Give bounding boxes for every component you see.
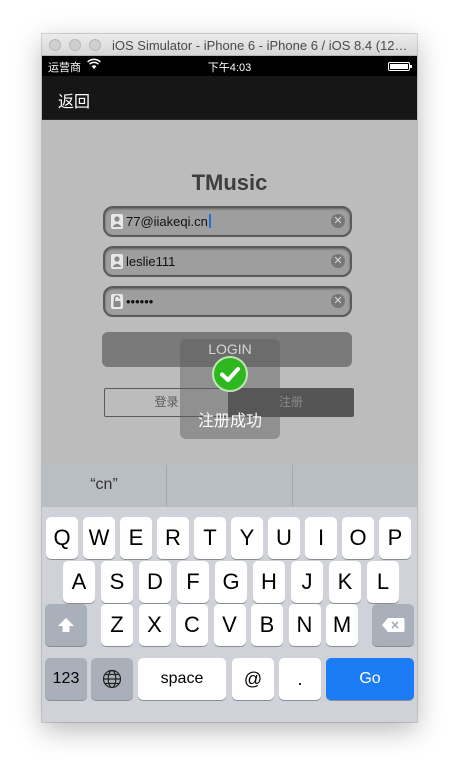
suggestion-item[interactable]: [293, 465, 417, 507]
key-n[interactable]: N: [288, 604, 321, 646]
clear-icon[interactable]: ✕: [331, 294, 345, 308]
at-key[interactable]: @: [232, 658, 274, 700]
navigation-bar: 返回: [42, 76, 417, 120]
login-screen: TMusic 77@iiakeqi.cn ✕ leslie111 ✕ •••••…: [42, 120, 417, 465]
globe-icon[interactable]: [91, 658, 133, 700]
lock-icon: [110, 293, 124, 310]
go-key[interactable]: Go: [326, 658, 414, 700]
login-button-label: LOGIN: [208, 341, 252, 357]
keyboard: “cn” QWERTYUIOP ASDFGHJKL ZXCVBNM 123 sp…: [42, 465, 417, 722]
suggestion-item[interactable]: “cn”: [42, 465, 166, 507]
key-f[interactable]: F: [177, 561, 209, 603]
key-x[interactable]: X: [138, 604, 171, 646]
key-h[interactable]: H: [253, 561, 285, 603]
username-value: leslie111: [126, 254, 176, 269]
user-icon: [110, 213, 124, 230]
back-button[interactable]: 返回: [58, 88, 90, 112]
key-u[interactable]: U: [268, 517, 300, 559]
key-l[interactable]: L: [367, 561, 399, 603]
key-q[interactable]: Q: [46, 517, 78, 559]
suggestion-bar: “cn”: [42, 465, 417, 507]
key-y[interactable]: Y: [231, 517, 263, 559]
text-caret: [208, 214, 211, 228]
app-title: TMusic: [191, 170, 268, 195]
hud-message: 注册成功: [197, 413, 262, 430]
email-field[interactable]: 77@iiakeqi.cn ✕: [103, 206, 352, 237]
key-d[interactable]: D: [139, 561, 171, 603]
status-bar: 运营商 下午4:03: [42, 56, 417, 76]
checkmark-icon: [212, 356, 248, 392]
key-s[interactable]: S: [101, 561, 133, 603]
key-t[interactable]: T: [194, 517, 226, 559]
close-window-button[interactable]: [49, 39, 61, 51]
battery-icon: [388, 62, 412, 71]
key-v[interactable]: V: [213, 604, 246, 646]
key-e[interactable]: E: [120, 517, 152, 559]
zoom-window-button[interactable]: [89, 39, 101, 51]
window-titlebar: iOS Simulator - iPhone 6 - iPhone 6 / iO…: [42, 34, 417, 56]
success-hud: LOGIN 注册成功: [180, 339, 280, 439]
key-c[interactable]: C: [176, 604, 208, 646]
status-time: 下午4:03: [207, 62, 252, 74]
space-key[interactable]: space: [138, 658, 226, 700]
key-r[interactable]: R: [157, 517, 189, 559]
user-icon: [110, 253, 124, 270]
dot-key[interactable]: .: [279, 658, 321, 700]
key-p[interactable]: P: [379, 517, 411, 559]
suggestion-item[interactable]: [167, 465, 291, 507]
key-b[interactable]: B: [251, 604, 283, 646]
delete-key[interactable]: [372, 604, 414, 646]
key-j[interactable]: J: [291, 561, 323, 603]
password-value: ••••••: [126, 294, 154, 309]
key-i[interactable]: I: [305, 517, 337, 559]
clear-icon[interactable]: ✕: [331, 254, 345, 268]
key-k[interactable]: K: [329, 561, 361, 603]
key-z[interactable]: Z: [101, 604, 133, 646]
password-field[interactable]: •••••• ✕: [103, 286, 352, 317]
key-w[interactable]: W: [83, 517, 115, 559]
username-field[interactable]: leslie111 ✕: [103, 246, 352, 277]
numbers-key[interactable]: 123: [45, 658, 87, 700]
window-title: iOS Simulator - iPhone 6 - iPhone 6 / iO…: [112, 38, 412, 53]
simulator-window: iOS Simulator - iPhone 6 - iPhone 6 / iO…: [42, 34, 417, 722]
key-g[interactable]: G: [215, 561, 247, 603]
clear-icon[interactable]: ✕: [331, 214, 345, 228]
key-o[interactable]: O: [342, 517, 374, 559]
shift-key[interactable]: [45, 604, 87, 646]
key-a[interactable]: A: [63, 561, 95, 603]
minimize-window-button[interactable]: [69, 39, 81, 51]
email-value: 77@iiakeqi.cn: [126, 214, 211, 229]
key-m[interactable]: M: [326, 604, 358, 646]
